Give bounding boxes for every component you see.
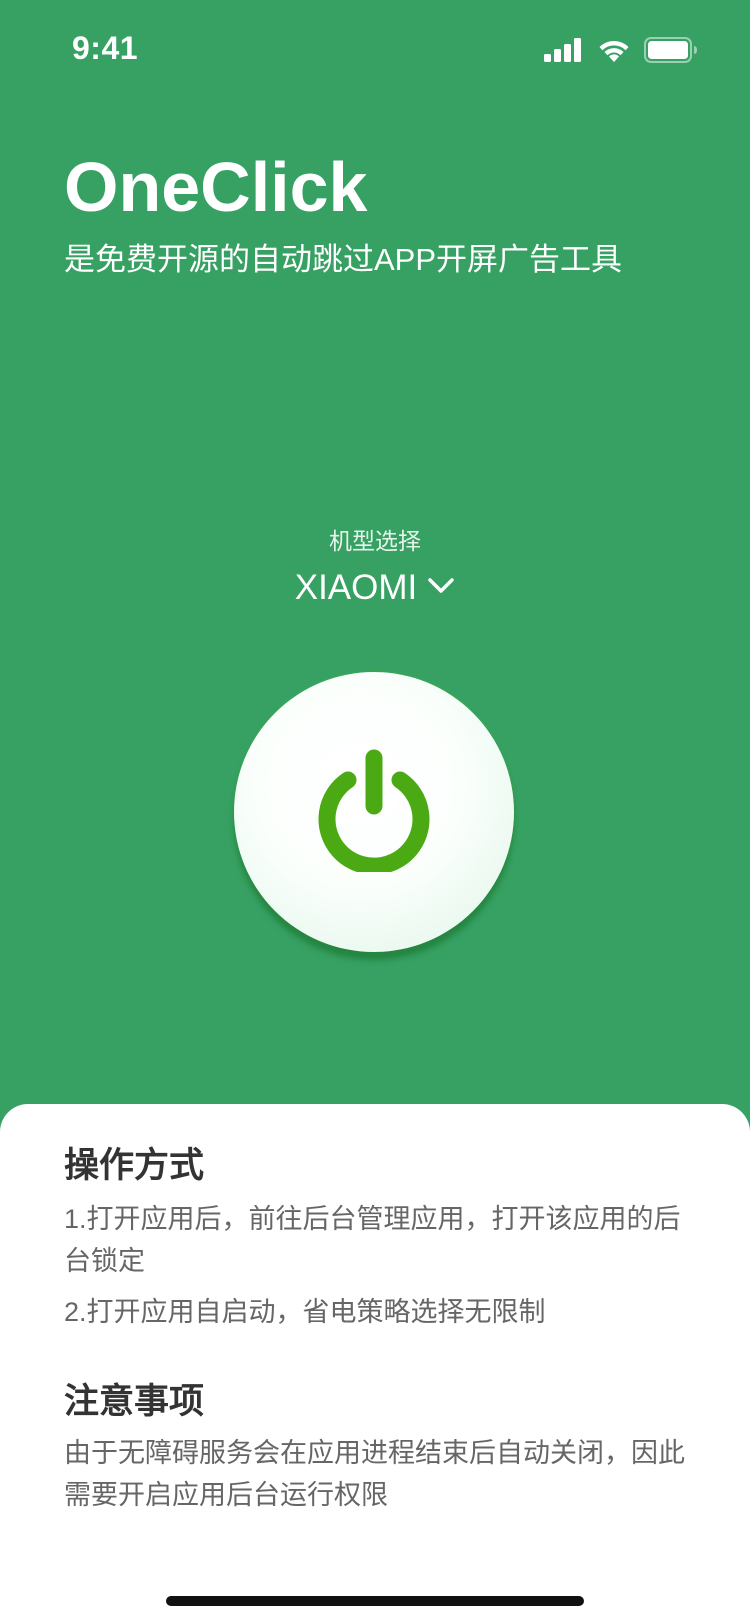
notes-text: 由于无障碍服务会在应用进程结束后自动关闭，因此需要开启应用后台运行权限 — [64, 1438, 685, 1510]
app-title: OneClick — [64, 148, 368, 226]
notes-title: 注意事项 — [64, 1382, 205, 1421]
instruction-step-2: 2.打开应用自启动，省电策略选择无限制 — [64, 1297, 546, 1327]
chevron-down-icon — [427, 577, 455, 600]
cellular-signal-icon — [544, 37, 584, 67]
info-sheet: 操作方式 1.打开应用后，前往后台管理应用，打开该应用的后台锁定 2.打开应用自… — [0, 1104, 750, 1624]
model-select-value: XIAOMI — [294, 568, 418, 607]
instructions-title: 操作方式 — [64, 1146, 205, 1185]
app-subtitle: 是免费开源的自动跳过APP开屏广告工具 — [64, 242, 623, 277]
status-time: 9:41 — [72, 30, 139, 66]
wifi-icon — [596, 37, 632, 68]
instruction-step-1: 1.打开应用后，前往后台管理应用，打开该应用的后台锁定 — [64, 1204, 681, 1276]
app-screen: 9:41 OneClick 是免费开源的自动跳过APP开屏广告工具 机型选择 X… — [0, 0, 750, 1624]
battery-icon — [644, 36, 698, 68]
status-icons — [544, 36, 698, 68]
power-toggle-button[interactable] — [234, 672, 514, 952]
power-icon — [314, 748, 434, 877]
home-indicator[interactable] — [166, 1596, 584, 1606]
model-select-dropdown[interactable]: XIAOMI — [0, 568, 750, 608]
model-select-label: 机型选择 — [329, 528, 421, 554]
